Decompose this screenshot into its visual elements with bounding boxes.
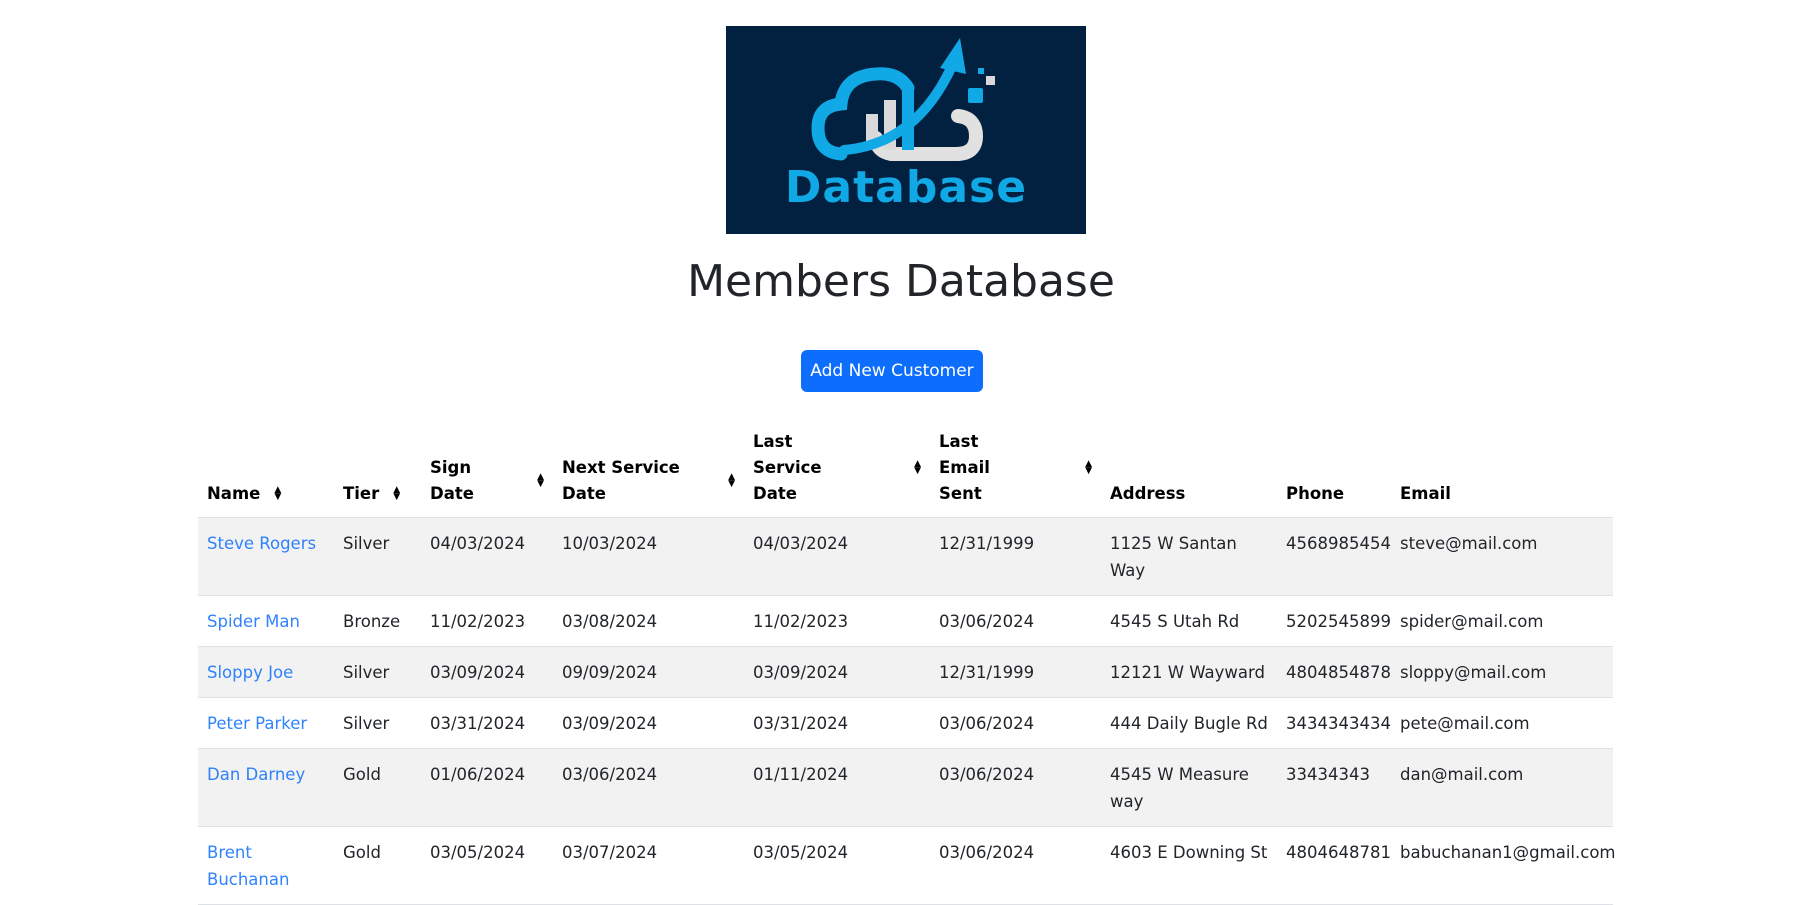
member-name-link[interactable]: Spider Man bbox=[207, 612, 300, 631]
header-phone: Phone bbox=[1277, 420, 1391, 518]
sort-icon[interactable]: ▲ ▼ bbox=[274, 486, 281, 502]
sort-icon[interactable]: ▲ ▼ bbox=[1085, 460, 1092, 476]
table-row: Spider Man Bronze 11/02/2023 03/08/2024 … bbox=[198, 595, 1613, 647]
cell-sign-date: 01/06/2024 bbox=[421, 748, 553, 827]
cell-tier: Gold bbox=[334, 748, 421, 827]
table-row: Steve Rogers Silver 04/03/2024 10/03/202… bbox=[198, 517, 1613, 596]
cell-sign-date: 03/09/2024 bbox=[421, 646, 553, 698]
cell-phone: 5202545899 bbox=[1277, 595, 1391, 647]
cell-name: Peter Parker bbox=[198, 697, 334, 749]
cell-sign-date: 04/03/2024 bbox=[421, 517, 553, 596]
cell-tier: Bronze bbox=[334, 595, 421, 647]
cell-next-service: 03/06/2024 bbox=[553, 748, 744, 827]
cell-last-service: 01/11/2024 bbox=[744, 748, 930, 827]
logo-text: Database bbox=[784, 162, 1028, 213]
cell-address: 4545 S Utah Rd bbox=[1101, 595, 1277, 647]
cell-name: Brent Buchanan bbox=[198, 826, 334, 905]
cell-tier: Gold bbox=[334, 826, 421, 905]
table-row: Sloppy Joe Silver 03/09/2024 09/09/2024 … bbox=[198, 646, 1613, 698]
cell-name: Dan Darney bbox=[198, 748, 334, 827]
cell-phone: 4568985454 bbox=[1277, 517, 1391, 596]
cell-last-email: 03/06/2024 bbox=[930, 826, 1101, 905]
cell-tier: Silver bbox=[334, 517, 421, 596]
cell-sign-date: 11/02/2023 bbox=[421, 595, 553, 647]
cell-next-service: 03/08/2024 bbox=[553, 595, 744, 647]
header-name-label: Name bbox=[207, 484, 261, 503]
cell-phone: 4804854878 bbox=[1277, 646, 1391, 698]
cell-phone: 3434343434 bbox=[1277, 697, 1391, 749]
table-row: Brent Buchanan Gold 03/05/2024 03/07/202… bbox=[198, 826, 1616, 905]
cell-email: steve@mail.com bbox=[1391, 517, 1613, 596]
cell-last-service: 04/03/2024 bbox=[744, 517, 930, 596]
header-sign-date[interactable]: Sign Date ▲ ▼ bbox=[421, 420, 553, 518]
member-name-link[interactable]: Dan Darney bbox=[207, 765, 305, 784]
sort-icon[interactable]: ▲ ▼ bbox=[393, 486, 400, 502]
members-table: Name ▲ ▼ Tier ▲ ▼ Sign Date ▲ ▼ Next Service D… bbox=[198, 420, 1616, 905]
database-logo: Database bbox=[726, 26, 1086, 234]
sort-icon[interactable]: ▲ ▼ bbox=[728, 473, 735, 489]
cell-next-service: 10/03/2024 bbox=[553, 517, 744, 596]
cell-last-email: 03/06/2024 bbox=[930, 595, 1101, 647]
header-next-service-date[interactable]: Next Service Date ▲ ▼ bbox=[553, 420, 744, 518]
cell-email: dan@mail.com bbox=[1391, 748, 1613, 827]
member-name-link[interactable]: Sloppy Joe bbox=[207, 663, 293, 682]
table-row: Dan Darney Gold 01/06/2024 03/06/2024 01… bbox=[198, 748, 1613, 827]
header-last-service-date[interactable]: Last Service Date ▲ ▼ bbox=[744, 420, 930, 518]
cell-address: 444 Daily Bugle Rd bbox=[1101, 697, 1277, 749]
cell-tier: Silver bbox=[334, 646, 421, 698]
cell-address: 12121 W Wayward bbox=[1101, 646, 1277, 698]
cell-phone: 4804648781 bbox=[1277, 826, 1391, 905]
cell-next-service: 03/09/2024 bbox=[553, 697, 744, 749]
header-last-service-label: Last Service Date bbox=[753, 432, 822, 503]
cell-name: Spider Man bbox=[198, 595, 334, 647]
member-name-link[interactable]: Brent Buchanan bbox=[207, 843, 289, 889]
page-title: Members Database bbox=[687, 256, 1115, 307]
header-last-email-label: Last Email Sent bbox=[939, 432, 990, 503]
cell-last-service: 03/05/2024 bbox=[744, 826, 930, 905]
cell-email: sloppy@mail.com bbox=[1391, 646, 1613, 698]
header-address: Address bbox=[1101, 420, 1277, 518]
add-new-customer-button[interactable]: Add New Customer bbox=[801, 350, 983, 392]
cell-address: 4603 E Downing St bbox=[1101, 826, 1277, 905]
cell-last-email: 03/06/2024 bbox=[930, 748, 1101, 827]
header-sign-date-label: Sign Date bbox=[430, 458, 474, 503]
table-row: Peter Parker Silver 03/31/2024 03/09/202… bbox=[198, 697, 1613, 749]
cell-phone: 33434343 bbox=[1277, 748, 1391, 827]
header-tier[interactable]: Tier ▲ ▼ bbox=[334, 420, 421, 518]
cell-tier: Silver bbox=[334, 697, 421, 749]
header-next-service-label: Next Service Date bbox=[562, 458, 680, 503]
member-name-link[interactable]: Steve Rogers bbox=[207, 534, 316, 553]
sort-icon[interactable]: ▲ ▼ bbox=[914, 460, 921, 476]
cell-last-service: 03/31/2024 bbox=[744, 697, 930, 749]
member-name-link[interactable]: Peter Parker bbox=[207, 714, 307, 733]
cell-last-service: 03/09/2024 bbox=[744, 646, 930, 698]
cell-email: spider@mail.com bbox=[1391, 595, 1613, 647]
header-last-email-sent[interactable]: Last Email Sent ▲ ▼ bbox=[930, 420, 1101, 518]
cell-last-email: 03/06/2024 bbox=[930, 697, 1101, 749]
sort-icon[interactable]: ▲ ▼ bbox=[537, 473, 544, 489]
cell-address: 4545 W Measure way bbox=[1101, 748, 1277, 827]
cell-email: babuchanan1@gmail.com bbox=[1391, 826, 1616, 905]
cell-next-service: 09/09/2024 bbox=[553, 646, 744, 698]
cell-next-service: 03/07/2024 bbox=[553, 826, 744, 905]
cell-sign-date: 03/05/2024 bbox=[421, 826, 553, 905]
header-tier-label: Tier bbox=[343, 484, 380, 503]
cell-sign-date: 03/31/2024 bbox=[421, 697, 553, 749]
cell-last-service: 11/02/2023 bbox=[744, 595, 930, 647]
table-header-row: Name ▲ ▼ Tier ▲ ▼ Sign Date ▲ ▼ Next Service D… bbox=[198, 420, 1613, 518]
cell-email: pete@mail.com bbox=[1391, 697, 1613, 749]
cell-last-email: 12/31/1999 bbox=[930, 517, 1101, 596]
header-name[interactable]: Name ▲ ▼ bbox=[198, 420, 334, 518]
header-email: Email bbox=[1391, 420, 1613, 518]
cell-name: Sloppy Joe bbox=[198, 646, 334, 698]
cell-last-email: 12/31/1999 bbox=[930, 646, 1101, 698]
cell-name: Steve Rogers bbox=[198, 517, 334, 596]
cell-address: 1125 W Santan Way bbox=[1101, 517, 1277, 596]
